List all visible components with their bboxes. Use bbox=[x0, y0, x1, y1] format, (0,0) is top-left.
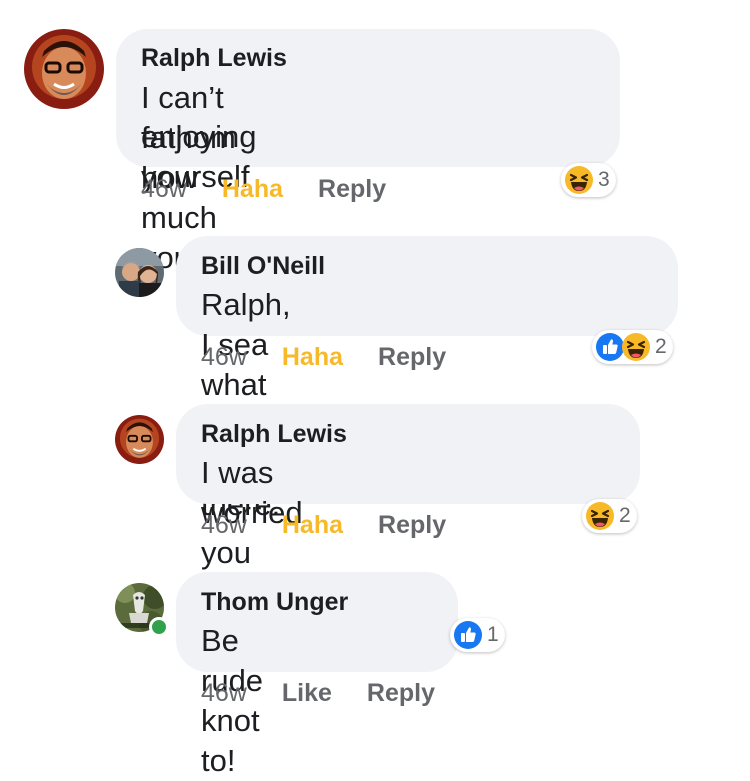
timestamp[interactable]: 46w bbox=[201, 679, 247, 708]
comment-meta: 46w Haha Reply bbox=[141, 175, 386, 204]
haha-button[interactable]: Haha bbox=[282, 343, 343, 372]
comment-author[interactable]: Ralph Lewis bbox=[201, 420, 347, 449]
like-button[interactable]: Like bbox=[282, 679, 332, 708]
comment-author[interactable]: Thom Unger bbox=[201, 588, 348, 617]
timestamp[interactable]: 46w bbox=[141, 175, 187, 204]
avatar[interactable] bbox=[24, 29, 104, 109]
reaction-summary[interactable]: 3 bbox=[561, 163, 616, 197]
avatar[interactable] bbox=[115, 415, 164, 464]
timestamp[interactable]: 46w bbox=[201, 343, 247, 372]
reaction-count: 3 bbox=[598, 168, 610, 191]
haha-icon bbox=[585, 501, 615, 531]
comment-meta: 46w Haha Reply bbox=[201, 343, 446, 372]
reply-button[interactable]: Reply bbox=[367, 679, 435, 708]
reaction-summary[interactable]: 2 bbox=[582, 499, 637, 533]
comment-author[interactable]: Bill O'Neill bbox=[201, 252, 325, 281]
reaction-summary[interactable]: 1 bbox=[450, 618, 505, 652]
reaction-count: 1 bbox=[487, 623, 499, 646]
reply-button[interactable]: Reply bbox=[378, 511, 446, 540]
haha-icon bbox=[564, 165, 594, 195]
comment-meta: 46w Haha Reply bbox=[201, 511, 446, 540]
reply-button[interactable]: Reply bbox=[318, 175, 386, 204]
comment-author[interactable]: Ralph Lewis bbox=[141, 44, 287, 73]
like-icon bbox=[453, 620, 483, 650]
reaction-count: 2 bbox=[655, 335, 667, 358]
comment-meta: 46w Like Reply bbox=[201, 679, 435, 708]
avatar[interactable] bbox=[115, 248, 164, 297]
haha-button[interactable]: Haha bbox=[282, 511, 343, 540]
reaction-summary[interactable]: 2 bbox=[592, 330, 673, 364]
haha-button[interactable]: Haha bbox=[222, 175, 283, 204]
timestamp[interactable]: 46w bbox=[201, 511, 247, 540]
online-status-indicator bbox=[149, 617, 169, 637]
haha-icon bbox=[621, 332, 651, 362]
reply-button[interactable]: Reply bbox=[378, 343, 446, 372]
reaction-count: 2 bbox=[619, 504, 631, 527]
